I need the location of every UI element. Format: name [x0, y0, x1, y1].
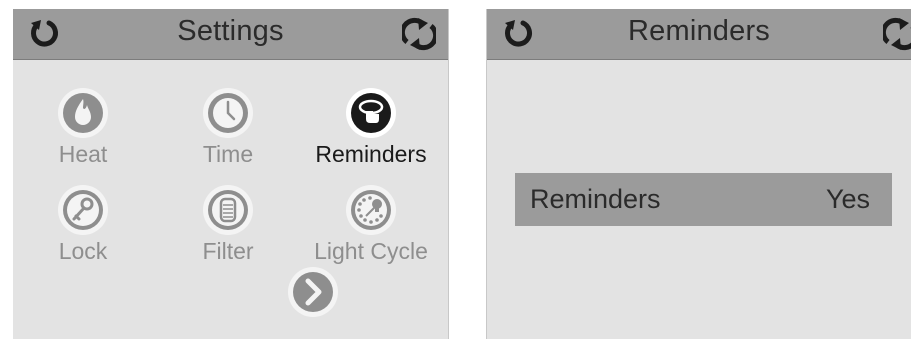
- chevron-right-icon: [288, 267, 338, 317]
- menu-item-filter[interactable]: Filter: [153, 183, 303, 278]
- light-cycle-icon: [344, 183, 398, 237]
- menu-item-label: Heat: [58, 141, 108, 167]
- sync-icon[interactable]: [402, 17, 436, 51]
- menu-item-label: Light Cycle: [314, 238, 428, 264]
- menu-item-label: Lock: [58, 238, 108, 264]
- filter-icon: [201, 183, 255, 237]
- menu-item-heat[interactable]: Heat: [13, 86, 158, 181]
- page-title: Reminders: [627, 15, 770, 47]
- reminders-setting-row[interactable]: Reminders Yes: [515, 173, 892, 226]
- settings-panel: Settings Heat Time Reminders Lock Filter…: [13, 9, 449, 339]
- clock-icon: [201, 86, 255, 140]
- reminders-panel: Reminders Reminders Yes: [486, 9, 911, 339]
- menu-item-reminders[interactable]: Reminders: [296, 86, 446, 181]
- flame-icon: [56, 86, 110, 140]
- menu-item-time[interactable]: Time: [153, 86, 303, 181]
- menu-item-lock[interactable]: Lock: [13, 183, 158, 278]
- reminder-icon: [344, 86, 398, 140]
- menu-item-label: Filter: [202, 238, 254, 264]
- sync-icon[interactable]: [883, 17, 911, 51]
- reminders-header: Reminders: [487, 9, 911, 60]
- reminders-setting-value: Yes: [825, 184, 870, 214]
- page-title: Settings: [177, 15, 284, 47]
- menu-item-label: Reminders: [315, 141, 427, 167]
- settings-header: Settings: [13, 9, 448, 60]
- key-icon: [56, 183, 110, 237]
- menu-item-label: Time: [202, 141, 254, 167]
- next-page-button[interactable]: [286, 265, 340, 319]
- menu-item-light-cycle[interactable]: Light Cycle: [296, 183, 446, 278]
- reminders-setting-label: Reminders: [530, 184, 661, 214]
